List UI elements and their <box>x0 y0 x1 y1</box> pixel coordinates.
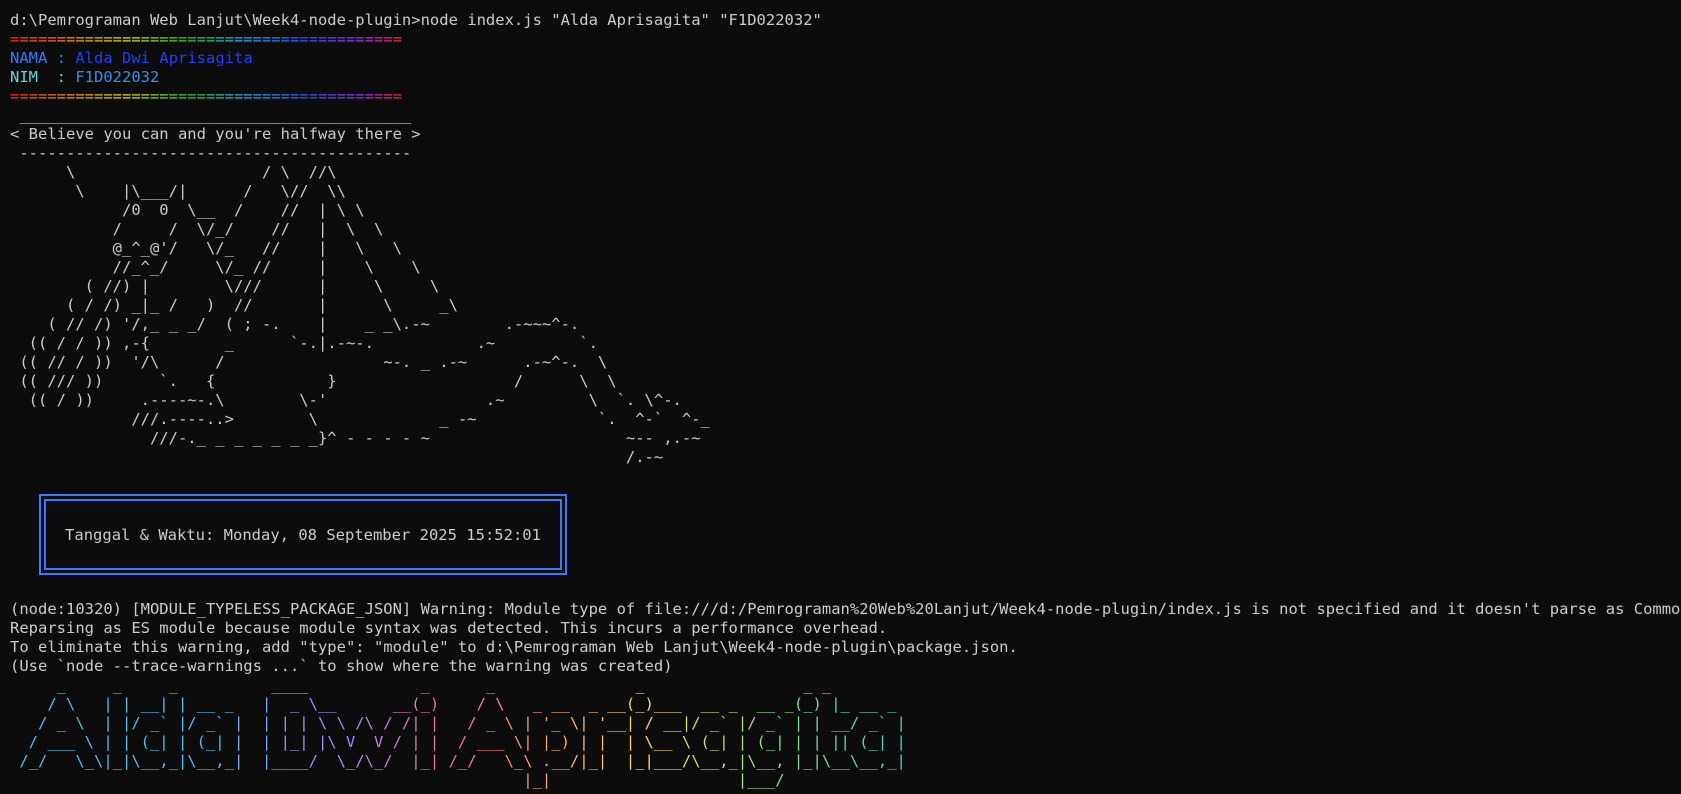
figlet-name-banner: _ _ _ ____ _ _ _ _ _ / \ | | __| | __ _ … <box>10 676 906 790</box>
nim-row: NIM : F1D022032 <box>10 68 159 87</box>
nim-value: F1D022032 <box>75 68 160 86</box>
nama-value: Alda Dwi Aprisagita <box>75 49 253 67</box>
warning-line-3: To eliminate this warning, add "type": "… <box>10 638 1018 656</box>
datetime-text: Tanggal & Waktu: Monday, 08 September 20… <box>44 499 562 570</box>
command-line: d:\Pemrograman Web Lanjut\Week4-node-plu… <box>10 11 822 29</box>
nama-label: NAMA : <box>10 49 66 67</box>
warning-line-2: Reparsing as ES module because module sy… <box>10 619 888 637</box>
separator-top: ========================================… <box>10 30 402 48</box>
separator-bottom: ========================================… <box>10 87 402 105</box>
dragon-ascii-art: \ / \ //\ \ |\___/| / \// \\ /0 0 \__ / … <box>19 163 710 466</box>
cowsay-message: < Believe you can and you're halfway the… <box>10 125 421 143</box>
nim-label: NIM : <box>10 68 66 86</box>
cowsay-bottom-border: ----------------------------------------… <box>10 144 412 162</box>
nama-row: NAMA : Alda Dwi Aprisagita <box>10 49 253 68</box>
cowsay-top-border: ________________________________________… <box>10 106 412 124</box>
warning-line-1: (node:10320) [MODULE_TYPELESS_PACKAGE_JS… <box>10 600 1681 618</box>
warning-line-4: (Use `node --trace-warnings ...` to show… <box>10 657 673 675</box>
datetime-box: Tanggal & Waktu: Monday, 08 September 20… <box>39 494 567 575</box>
terminal-window[interactable]: { "terminal": { "command_line": "d:\\Pem… <box>0 0 1681 794</box>
